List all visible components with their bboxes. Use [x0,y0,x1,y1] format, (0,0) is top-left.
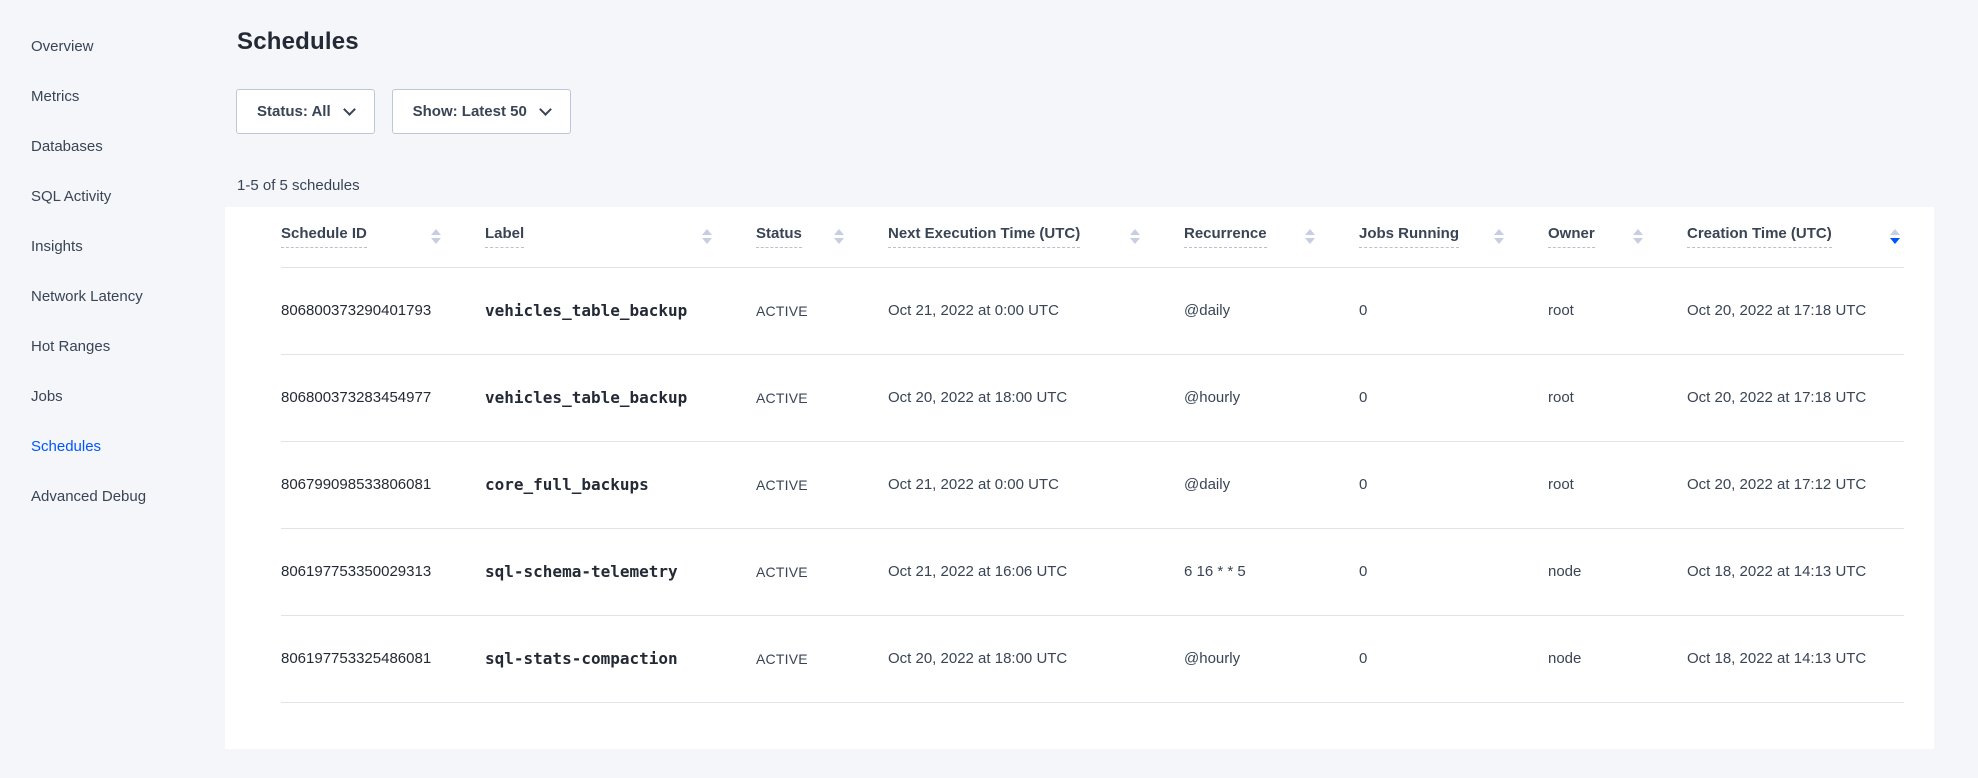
table-row: 806800373283454977 vehicles_table_backup… [281,354,1904,441]
cell-status: ACTIVE [756,528,888,615]
table-row: 806799098533806081 core_full_backups ACT… [281,441,1904,528]
status-filter-label: Status: All [257,103,331,120]
cell-creation-time: Oct 20, 2022 at 17:12 UTC [1687,441,1904,528]
sort-icon [1633,229,1643,244]
cell-next-execution: Oct 21, 2022 at 16:06 UTC [888,528,1184,615]
cell-owner: node [1548,615,1687,702]
sidebar-item-metrics[interactable]: Metrics [0,72,225,122]
schedules-table: Schedule ID Label Status [281,207,1904,703]
sort-icon [1890,229,1900,244]
cell-next-execution: Oct 21, 2022 at 0:00 UTC [888,267,1184,354]
cell-schedule-id: 806197753325486081 [281,615,485,702]
chevron-down-icon [343,103,356,116]
cell-next-execution: Oct 20, 2022 at 18:00 UTC [888,354,1184,441]
cell-owner: root [1548,354,1687,441]
sidebar-item-overview[interactable]: Overview [0,22,225,72]
cell-label: sql-stats-compaction [485,615,756,702]
sidebar-item-advanced-debug[interactable]: Advanced Debug [0,472,225,522]
cell-label: core_full_backups [485,441,756,528]
sidebar-nav: Overview Metrics Databases SQL Activity … [0,0,225,778]
cell-next-execution: Oct 21, 2022 at 0:00 UTC [888,441,1184,528]
cell-jobs-running: 0 [1359,267,1548,354]
cell-schedule-id: 806799098533806081 [281,441,485,528]
cell-creation-time: Oct 20, 2022 at 17:18 UTC [1687,267,1904,354]
cell-recurrence: @daily [1184,267,1359,354]
sort-icon [1305,229,1315,244]
cell-jobs-running: 0 [1359,528,1548,615]
cell-recurrence: @daily [1184,441,1359,528]
sidebar-item-insights[interactable]: Insights [0,222,225,272]
cell-creation-time: Oct 18, 2022 at 14:13 UTC [1687,615,1904,702]
sidebar-item-hot-ranges[interactable]: Hot Ranges [0,322,225,372]
cell-jobs-running: 0 [1359,354,1548,441]
filter-bar: Status: All Show: Latest 50 [236,89,1934,134]
cell-recurrence: @hourly [1184,615,1359,702]
column-header-creation-time[interactable]: Creation Time (UTC) [1687,207,1904,267]
cell-schedule-id: 806800373290401793 [281,267,485,354]
sidebar-item-sql-activity[interactable]: SQL Activity [0,172,225,222]
cell-jobs-running: 0 [1359,615,1548,702]
cell-jobs-running: 0 [1359,441,1548,528]
table-header-row: Schedule ID Label Status [281,207,1904,267]
cell-label: vehicles_table_backup [485,267,756,354]
cell-status: ACTIVE [756,615,888,702]
column-header-schedule-id[interactable]: Schedule ID [281,207,485,267]
sort-icon [431,229,441,244]
sidebar-item-network-latency[interactable]: Network Latency [0,272,225,322]
cell-recurrence: @hourly [1184,354,1359,441]
main-content: Schedules Status: All Show: Latest 50 1-… [225,0,1978,778]
show-filter-label: Show: Latest 50 [413,103,527,120]
cell-schedule-id: 806197753350029313 [281,528,485,615]
sort-icon [1130,229,1140,244]
cell-status: ACTIVE [756,354,888,441]
schedules-table-card: Schedule ID Label Status [225,207,1934,749]
column-header-recurrence[interactable]: Recurrence [1184,207,1359,267]
cell-label: sql-schema-telemetry [485,528,756,615]
results-count: 1-5 of 5 schedules [237,177,1934,194]
column-header-jobs-running[interactable]: Jobs Running [1359,207,1548,267]
cell-status: ACTIVE [756,441,888,528]
cell-label: vehicles_table_backup [485,354,756,441]
column-header-status[interactable]: Status [756,207,888,267]
column-header-label[interactable]: Label [485,207,756,267]
page-title: Schedules [237,28,1934,56]
chevron-down-icon [539,103,552,116]
table-row: 806197753325486081 sql-stats-compaction … [281,615,1904,702]
sidebar-item-jobs[interactable]: Jobs [0,372,225,422]
cell-schedule-id: 806800373283454977 [281,354,485,441]
sort-icon [702,229,712,244]
column-header-next-execution-time[interactable]: Next Execution Time (UTC) [888,207,1184,267]
cell-owner: root [1548,267,1687,354]
status-filter-dropdown[interactable]: Status: All [236,89,375,134]
cell-next-execution: Oct 20, 2022 at 18:00 UTC [888,615,1184,702]
cell-creation-time: Oct 20, 2022 at 17:18 UTC [1687,354,1904,441]
cell-recurrence: 6 16 * * 5 [1184,528,1359,615]
table-row: 806197753350029313 sql-schema-telemetry … [281,528,1904,615]
cell-creation-time: Oct 18, 2022 at 14:13 UTC [1687,528,1904,615]
cell-status: ACTIVE [756,267,888,354]
show-filter-dropdown[interactable]: Show: Latest 50 [392,89,571,134]
column-header-owner[interactable]: Owner [1548,207,1687,267]
cell-owner: root [1548,441,1687,528]
cell-owner: node [1548,528,1687,615]
table-row: 806800373290401793 vehicles_table_backup… [281,267,1904,354]
sort-icon [834,229,844,244]
sidebar-item-schedules[interactable]: Schedules [0,422,225,472]
sort-icon [1494,229,1504,244]
sidebar-item-databases[interactable]: Databases [0,122,225,172]
